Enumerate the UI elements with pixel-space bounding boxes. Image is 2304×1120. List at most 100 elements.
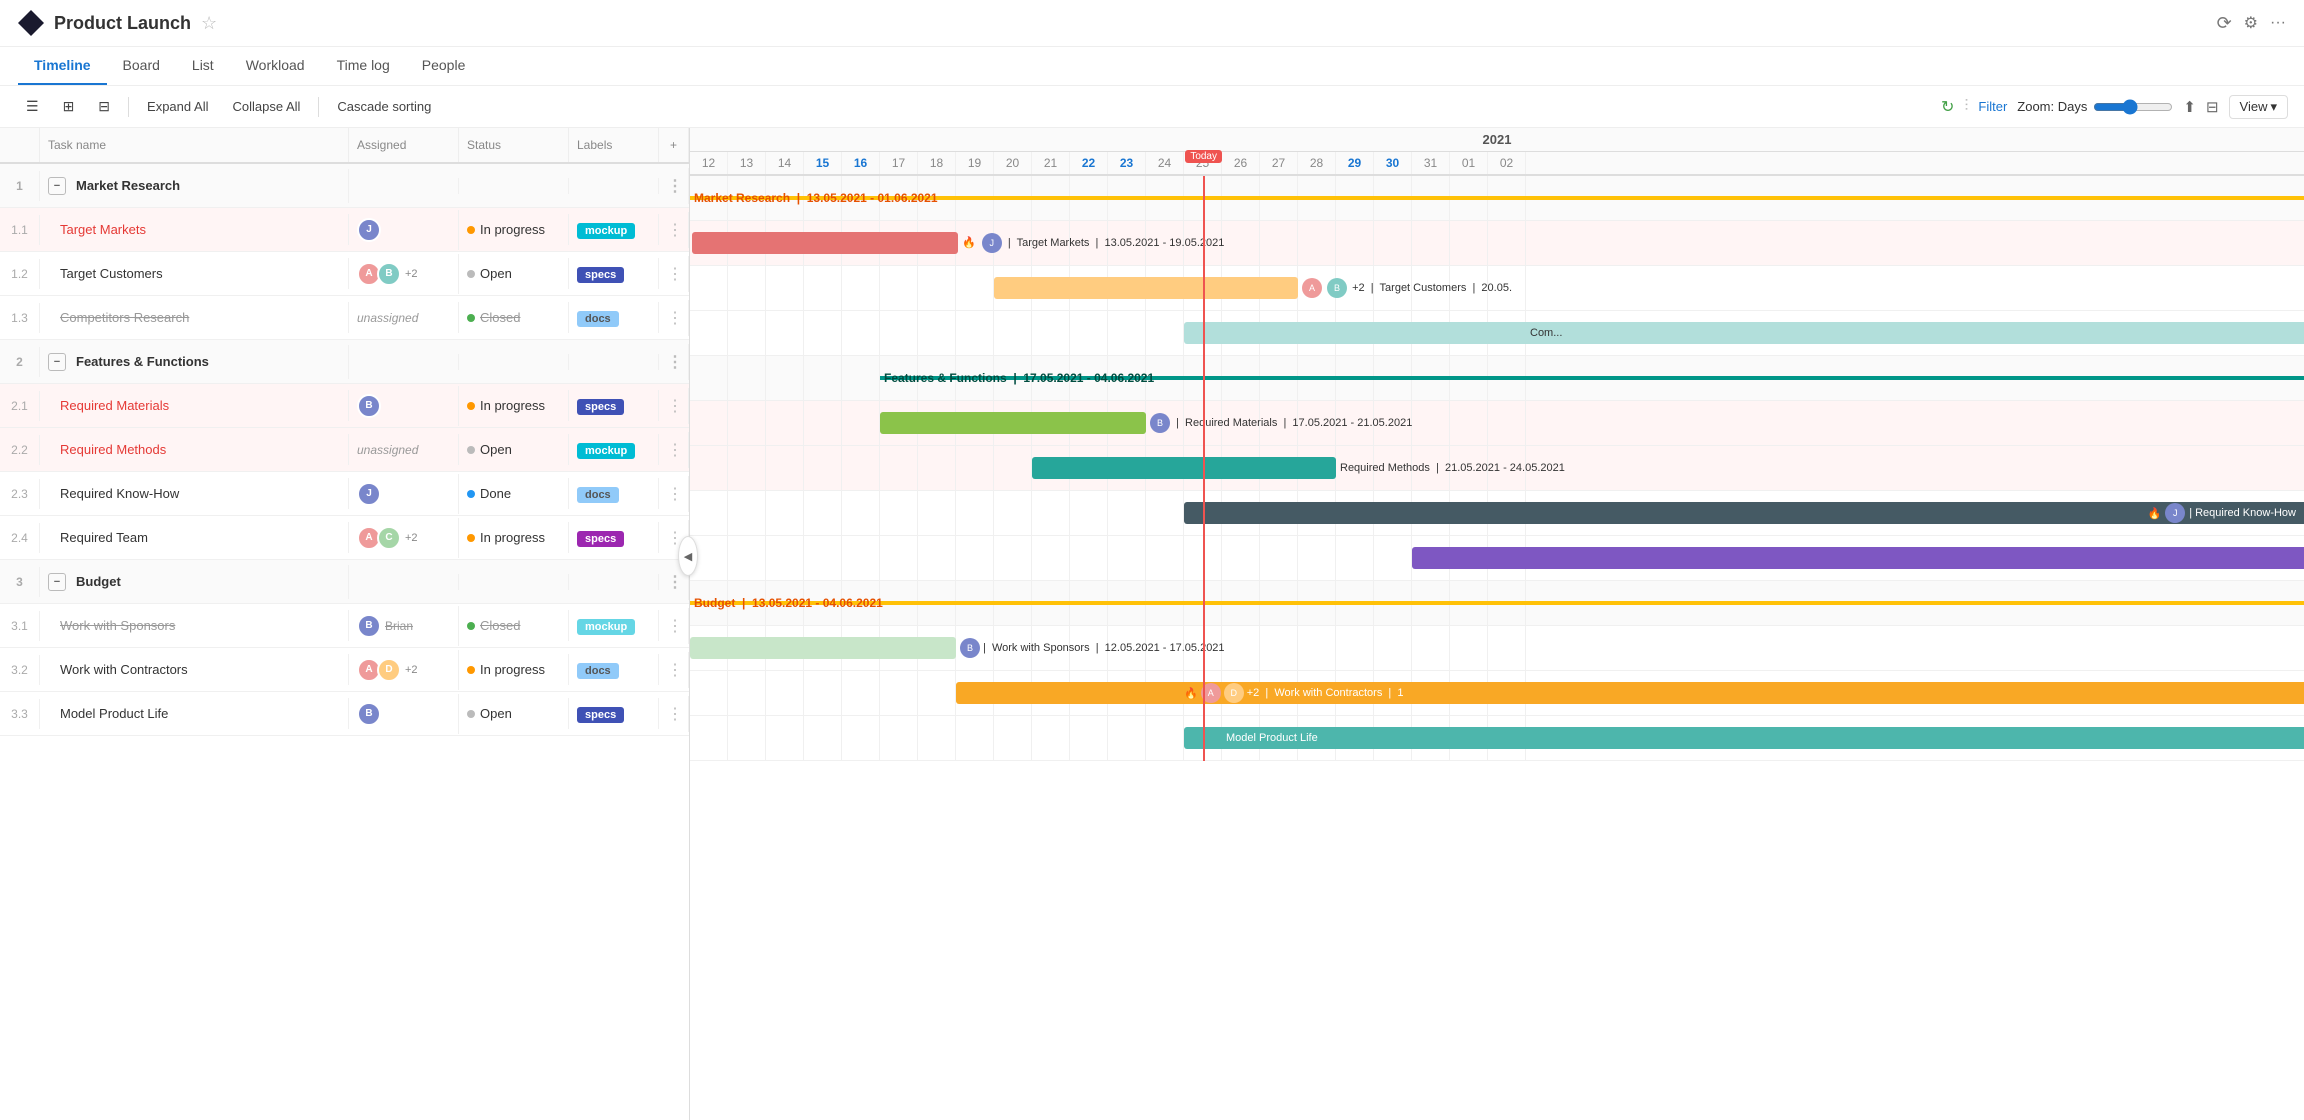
- star-icon[interactable]: ☆: [201, 13, 217, 34]
- tab-workload[interactable]: Workload: [230, 47, 321, 85]
- col-num: [0, 128, 40, 162]
- col-labels: Labels: [569, 128, 659, 162]
- label-badge[interactable]: docs: [577, 663, 619, 679]
- gantt-cell: [1374, 536, 1412, 580]
- gantt-cell: [1108, 491, 1146, 535]
- more-button[interactable]: ⋮: [659, 652, 689, 688]
- more-button[interactable]: ⋮: [659, 608, 689, 644]
- row-num: 1: [0, 171, 40, 201]
- view-button[interactable]: View ▾: [2229, 95, 2288, 119]
- gantt-cell: [690, 401, 728, 445]
- collapse-icon[interactable]: −: [48, 177, 66, 195]
- gantt-cell: [880, 446, 918, 490]
- gantt-day: 13: [728, 152, 766, 174]
- gantt-bar-label: A B +2 | Target Customers | 20.05.: [1302, 278, 1512, 298]
- task-name-required-materials[interactable]: Required Materials: [40, 390, 349, 421]
- gantt-cell: [1336, 536, 1374, 580]
- gantt-area[interactable]: 2021 12 13 14 15 16 17 18 19 20 21 22 23…: [690, 128, 2304, 1120]
- label-badge[interactable]: specs: [577, 707, 624, 723]
- gantt-row-competitors: Com...: [690, 311, 2304, 356]
- filter-settings-icon[interactable]: ⚙: [2244, 13, 2258, 33]
- hierarchy-icon[interactable]: ⊟: [88, 94, 120, 119]
- tab-board[interactable]: Board: [107, 47, 176, 85]
- gantt-cell: [1412, 626, 1450, 670]
- avatar: B: [357, 614, 381, 638]
- gantt-collapse-toggle[interactable]: ◀: [678, 536, 698, 576]
- label-badge[interactable]: mockup: [577, 443, 635, 459]
- label-badge[interactable]: specs: [577, 399, 624, 415]
- header-actions: ⟳ ⚙ ···: [2217, 13, 2286, 34]
- tab-timelog[interactable]: Time log: [321, 47, 406, 85]
- more-button[interactable]: ⋮: [659, 432, 689, 468]
- task-name-target-customers[interactable]: Target Customers: [40, 258, 349, 289]
- status-dot-icon: [467, 226, 475, 234]
- zoom-slider[interactable]: [2093, 99, 2173, 115]
- label-badge[interactable]: docs: [577, 487, 619, 503]
- collapse-icon[interactable]: −: [48, 353, 66, 371]
- label-badge[interactable]: docs: [577, 311, 619, 327]
- gantt-day: 20: [994, 152, 1032, 174]
- row-num: 3: [0, 567, 40, 597]
- grid-view-icon[interactable]: ⊞: [53, 94, 85, 119]
- gantt-cell: [1336, 626, 1374, 670]
- label-badge[interactable]: mockup: [577, 223, 635, 239]
- status-dot-icon: [467, 402, 475, 410]
- gantt-header: 2021 12 13 14 15 16 17 18 19 20 21 22 23…: [690, 128, 2304, 176]
- columns-icon[interactable]: ⊟: [2206, 98, 2219, 116]
- gantt-cell: [1070, 716, 1108, 760]
- more-button[interactable]: ⋮: [659, 344, 689, 380]
- col-add[interactable]: +: [659, 128, 689, 162]
- label-badge[interactable]: specs: [577, 267, 624, 283]
- more-button[interactable]: ⋮: [659, 168, 689, 204]
- avatar-group: A D +2: [357, 658, 450, 682]
- zoom-label: Zoom: Days: [2017, 99, 2087, 114]
- more-button[interactable]: ⋮: [659, 300, 689, 336]
- task-name-required-team[interactable]: Required Team: [40, 522, 349, 553]
- gantt-cell: [690, 311, 728, 355]
- gantt-cell: [804, 311, 842, 355]
- collapse-all-button[interactable]: Collapse All: [222, 95, 310, 118]
- gantt-cell: [804, 446, 842, 490]
- more-options-icon[interactable]: ···: [2270, 14, 2286, 32]
- more-button[interactable]: ⋮: [659, 388, 689, 424]
- table-row: 1 − Market Research ⋮: [0, 164, 689, 208]
- export-icon[interactable]: ⬆: [2183, 98, 2196, 116]
- gantt-cell: [1412, 401, 1450, 445]
- list-view-icon[interactable]: ☰: [16, 94, 49, 119]
- label-cell: mockup: [569, 214, 659, 245]
- task-name-required-know-how[interactable]: Required Know-How: [40, 478, 349, 509]
- gantt-day: 22: [1070, 152, 1108, 174]
- gantt-cell: [804, 401, 842, 445]
- collapse-icon[interactable]: −: [48, 573, 66, 591]
- label-badge[interactable]: specs: [577, 531, 624, 547]
- task-name-work-sponsors[interactable]: Work with Sponsors: [40, 610, 349, 641]
- assigned-cell: J: [349, 474, 459, 514]
- filter-icon[interactable]: ⫶: [1964, 98, 1968, 116]
- tab-list[interactable]: List: [176, 47, 230, 85]
- task-name-work-contractors[interactable]: Work with Contractors: [40, 654, 349, 685]
- task-name-competitors[interactable]: Competitors Research: [40, 302, 349, 333]
- task-name-model-product-life[interactable]: Model Product Life: [40, 698, 349, 729]
- gantt-cell: [728, 671, 766, 715]
- gantt-bar-label: Com...: [1530, 327, 1562, 339]
- cascade-sorting-button[interactable]: Cascade sorting: [327, 95, 441, 118]
- more-button[interactable]: ⋮: [659, 256, 689, 292]
- task-name-target-markets[interactable]: Target Markets: [40, 214, 349, 245]
- task-name-required-methods[interactable]: Required Methods: [40, 434, 349, 465]
- row-num: 3.3: [0, 699, 40, 729]
- more-button[interactable]: ⋮: [659, 476, 689, 512]
- gantt-cell: [956, 536, 994, 580]
- table-row: 1.1 Target Markets J In progress mockup …: [0, 208, 689, 252]
- filter-button[interactable]: Filter: [1978, 99, 2007, 114]
- tab-people[interactable]: People: [406, 47, 482, 85]
- tab-timeline[interactable]: Timeline: [18, 47, 107, 85]
- label-badge[interactable]: mockup: [577, 619, 635, 635]
- assigned-cell: B Brian: [349, 606, 459, 646]
- more-button[interactable]: ⋮: [659, 212, 689, 248]
- more-button[interactable]: ⋮: [659, 696, 689, 732]
- history-icon[interactable]: ⟳: [2217, 13, 2232, 34]
- status-cell: Closed: [459, 302, 569, 334]
- toolbar-right: ↻ ⫶ Filter Zoom: Days ⬆ ⊟ View ▾: [1941, 95, 2288, 119]
- refresh-icon[interactable]: ↻: [1941, 97, 1954, 117]
- expand-all-button[interactable]: Expand All: [137, 95, 218, 118]
